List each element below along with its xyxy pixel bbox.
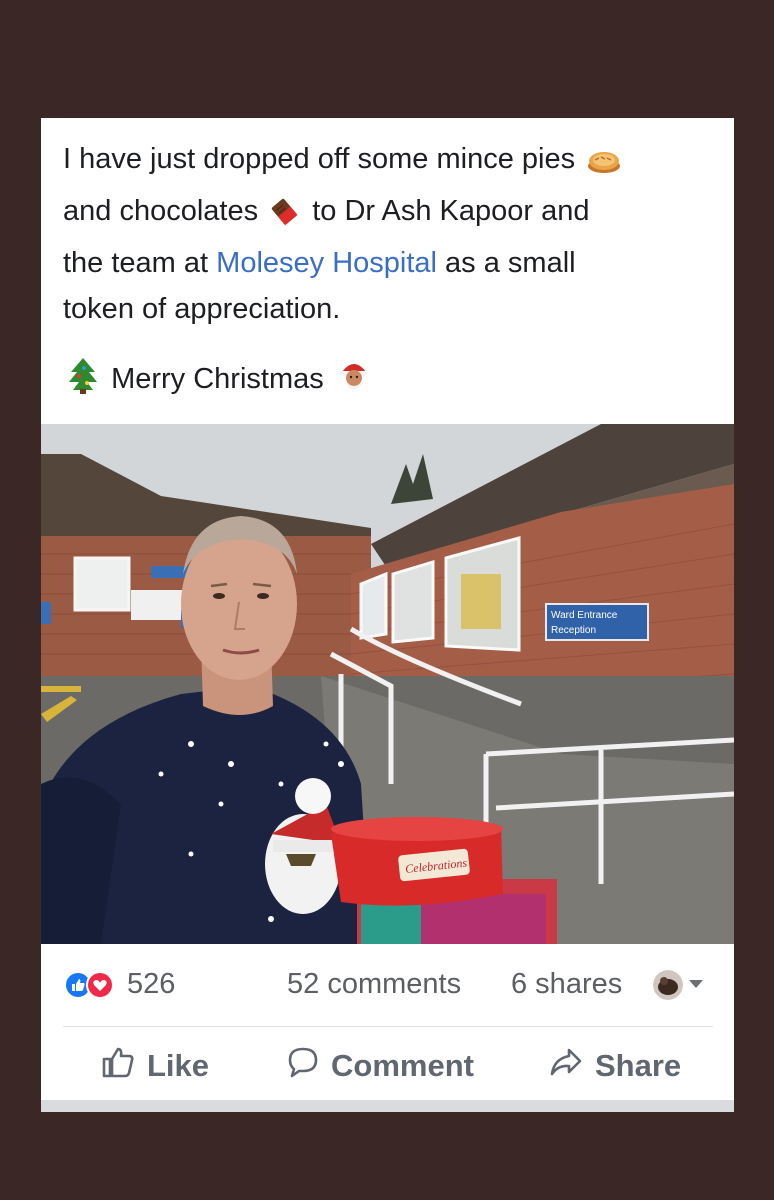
merry-christmas-text: Merry Christmas — [111, 363, 324, 395]
reception-sign: Reception — [551, 625, 596, 636]
comment-button[interactable]: Comment — [287, 1042, 474, 1090]
christmas-tree-emoji — [67, 356, 99, 408]
divider — [63, 1026, 713, 1027]
chevron-down-icon[interactable] — [689, 980, 703, 988]
post-line-1: I have just dropped off some mince pies — [63, 143, 576, 175]
ward-entrance-sign: Ward Entrance — [551, 610, 618, 621]
post-line-3-start: the team at — [63, 247, 209, 279]
speech-bubble-icon — [287, 1046, 331, 1086]
reaction-stats: 526 52 comments 6 shares — [41, 954, 734, 1014]
post-line-3-end: as a small — [445, 247, 576, 279]
comments-count[interactable]: 52 comments — [287, 968, 461, 1001]
hospital-link[interactable]: Molesey Hospital — [216, 247, 437, 279]
post-card: I have just dropped off some mince pies … — [41, 118, 734, 1112]
santa-emoji — [336, 358, 372, 408]
post-actions: Like Comment Share — [41, 1036, 734, 1096]
post-line-4: token of appreciation. — [63, 293, 341, 325]
shares-count[interactable]: 6 shares — [511, 968, 622, 1001]
post-line-2-end: to Dr Ash Kapoor and — [312, 195, 590, 227]
post-line-2-start: and chocolates — [63, 195, 259, 227]
share-label: Share — [595, 1048, 682, 1083]
post-text: I have just dropped off some mince pies … — [63, 136, 723, 332]
like-label: Like — [147, 1048, 210, 1083]
post-photo[interactable]: Ward Entrance Reception Celebrations — [41, 424, 734, 944]
comment-label: Comment — [331, 1048, 474, 1083]
card-bottom-bar — [41, 1100, 734, 1112]
avatar[interactable] — [653, 970, 683, 1000]
pie-emoji — [587, 142, 621, 188]
merry-christmas-line: Merry Christmas — [63, 356, 376, 408]
reaction-count[interactable]: 526 — [127, 968, 175, 1001]
chocolate-emoji — [270, 194, 300, 240]
like-button[interactable]: Like — [101, 1042, 209, 1090]
reaction-icons[interactable] — [63, 970, 119, 1000]
thumbs-up-icon — [101, 1045, 147, 1087]
share-arrow-icon — [549, 1046, 595, 1086]
share-button[interactable]: Share — [549, 1042, 681, 1090]
